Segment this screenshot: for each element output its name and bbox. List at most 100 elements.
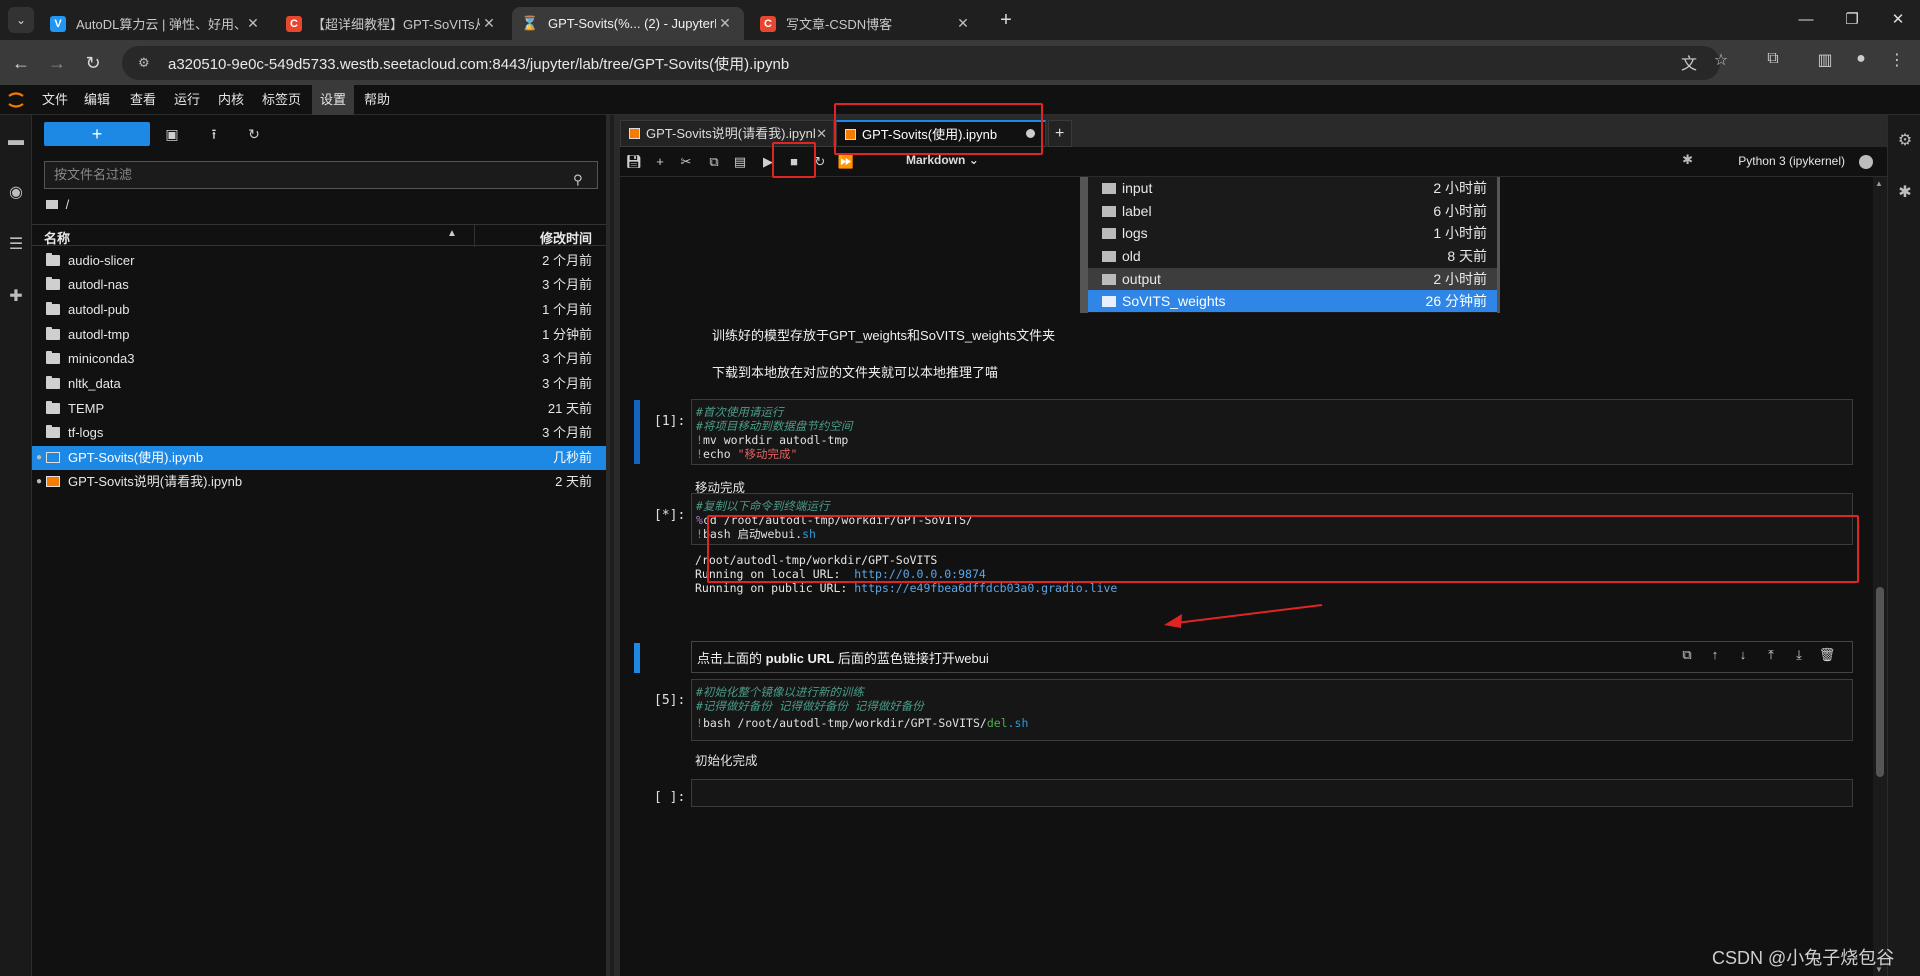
refresh-icon[interactable]: ↻: [244, 124, 264, 144]
duplicate-cell-icon[interactable]: ⧉: [1676, 647, 1698, 663]
file-row[interactable]: audio-slicer 2 个月前: [32, 249, 606, 273]
public-url-link[interactable]: https://e49fbea6dffdcb03a0.gradio.live: [854, 581, 1117, 595]
scrollbar-thumb[interactable]: [1876, 587, 1884, 777]
cut-icon[interactable]: ✂: [676, 152, 696, 172]
more-menu-icon[interactable]: ⋮: [1884, 50, 1910, 70]
table-of-contents-icon[interactable]: ☰: [6, 235, 26, 255]
cell-prompt: [5]:: [654, 693, 686, 708]
folder-icon: [46, 302, 60, 315]
move-up-icon[interactable]: ↑: [1704, 647, 1726, 662]
profile-icon[interactable]: ●: [1848, 50, 1874, 68]
file-filter-input[interactable]: 按文件名过滤 ⚲: [44, 161, 598, 189]
property-inspector-icon[interactable]: ⚙: [1895, 131, 1915, 151]
image-file-name: old: [1122, 248, 1141, 264]
folder-icon[interactable]: ▬: [6, 131, 26, 151]
markdown-line: 训练好的模型存放于GPT_weights和SoVITS_weights文件夹: [712, 328, 1056, 343]
add-cell-icon[interactable]: +: [650, 152, 670, 172]
file-row[interactable]: TEMP 21 天前: [32, 397, 606, 421]
debug-bug-icon[interactable]: ✱: [1682, 152, 1693, 168]
column-name-header[interactable]: 名称: [44, 228, 70, 247]
column-modified-header[interactable]: 修改时间: [540, 228, 592, 247]
debugger-icon[interactable]: ✱: [1895, 183, 1915, 203]
new-tab-button[interactable]: +: [986, 8, 1026, 32]
watermark: CSDN @小兔子烧包谷: [1712, 948, 1895, 968]
browser-tab-jupyter[interactable]: ⌛ GPT-Sovits(%... (2) - JupyterL ✕: [512, 7, 744, 40]
menu-run[interactable]: 运行: [166, 85, 208, 115]
restore-button[interactable]: ❐: [1832, 8, 1872, 32]
file-row[interactable]: nltk_data 3 个月前: [32, 372, 606, 396]
new-tab-button[interactable]: +: [1048, 120, 1072, 147]
close-icon[interactable]: ✕: [480, 15, 498, 32]
image-file-name: logs: [1122, 225, 1148, 241]
close-icon[interactable]: ✕: [816, 121, 827, 146]
browser-tab-csdn-tutorial[interactable]: C 【超详细教程】GPT-SoVITs从 ✕: [276, 7, 508, 40]
forward-arrow-icon[interactable]: →: [44, 50, 70, 76]
breadcrumb[interactable]: /: [46, 197, 69, 212]
file-row[interactable]: ● GPT-Sovits说明(请看我).ipynb 2 天前: [32, 470, 606, 494]
minimize-button[interactable]: —: [1786, 8, 1826, 32]
cell-selection-bar[interactable]: [634, 643, 640, 673]
file-row[interactable]: autodl-nas 3 个月前: [32, 273, 606, 297]
filter-placeholder: 按文件名过滤: [54, 167, 133, 182]
menu-view[interactable]: 查看: [122, 85, 164, 115]
file-row[interactable]: miniconda3 3 个月前: [32, 347, 606, 371]
sort-ascending-icon[interactable]: ▲: [447, 228, 457, 239]
restart-run-all-icon[interactable]: ⏩: [836, 152, 856, 172]
move-down-icon[interactable]: ↓: [1732, 647, 1754, 662]
file-row[interactable]: autodl-pub 1 个月前: [32, 298, 606, 322]
markdown-cell[interactable]: 点击上面的 public URL 后面的蓝色链接打开webui ⧉ ↑ ↓ ⤒ ⤓ 🗑︎: [691, 641, 1853, 673]
code-cell-input[interactable]: #初始化整个镜像以进行新的训练 #记得做好备份 记得做好备份 记得做好备份 !b…: [691, 679, 1853, 741]
jupyter-logo-icon: [8, 92, 24, 108]
menu-kernel[interactable]: 内核: [210, 85, 252, 115]
tab-search-icon[interactable]: ⌄: [8, 7, 34, 33]
folder-icon: [46, 253, 60, 266]
insert-below-icon[interactable]: ⤓: [1788, 647, 1810, 663]
running-sessions-icon[interactable]: ◉: [6, 183, 26, 203]
menu-tabs[interactable]: 标签页: [254, 85, 309, 115]
browser-tab-autodl[interactable]: V AutoDL算力云 | 弹性、好用、 ✕: [40, 7, 272, 40]
kernel-name[interactable]: Python 3 (ipykernel): [1738, 154, 1845, 168]
code-cell-input[interactable]: #首次使用请运行 #将项目移动到数据盘节约空间 !mv workdir auto…: [691, 399, 1853, 465]
file-name: GPT-Sovits说明(请看我).ipynb: [68, 474, 243, 489]
back-arrow-icon[interactable]: ←: [8, 50, 34, 76]
code-text: echo: [702, 447, 738, 461]
menu-edit[interactable]: 编辑: [76, 85, 118, 115]
breadcrumb-root[interactable]: /: [66, 197, 70, 212]
insert-above-icon[interactable]: ⤒: [1760, 647, 1782, 663]
file-row-selected[interactable]: ● GPT-Sovits(使用).ipynb 几秒前: [32, 446, 606, 470]
upload-icon[interactable]: ⭱: [204, 124, 224, 144]
reload-icon[interactable]: ↻: [80, 50, 106, 76]
file-row[interactable]: tf-logs 3 个月前: [32, 421, 606, 445]
sidepanel-icon[interactable]: ▥: [1812, 50, 1838, 70]
delete-cell-icon[interactable]: 🗑︎: [1816, 647, 1838, 663]
cell-prompt: [ ]:: [654, 790, 686, 805]
extensions-puzzle-icon[interactable]: ✚: [6, 287, 26, 307]
close-icon[interactable]: ✕: [244, 15, 262, 32]
browser-tab-csdn-write[interactable]: C 写文章-CSDN博客 ✕: [750, 7, 982, 40]
url-bar[interactable]: ⚙ a320510-9e0c-549d5733.westb.seetacloud…: [122, 46, 1720, 80]
scroll-up-icon[interactable]: ▲: [1875, 179, 1883, 188]
close-icon[interactable]: ✕: [954, 15, 972, 32]
cell-selection-bar[interactable]: [634, 400, 640, 464]
site-info-icon[interactable]: ⚙: [138, 55, 156, 71]
empty-code-cell[interactable]: [691, 779, 1853, 807]
annotation-arrow: [1164, 604, 1323, 628]
close-window-button[interactable]: ✕: [1878, 8, 1918, 32]
column-divider[interactable]: [474, 225, 475, 247]
menu-file[interactable]: 文件: [34, 85, 76, 115]
bookmark-star-icon[interactable]: ☆: [1708, 50, 1734, 70]
menu-settings[interactable]: 设置: [312, 85, 355, 115]
file-row[interactable]: autodl-tmp 1 分钟前: [32, 323, 606, 347]
copy-icon[interactable]: ⧉: [704, 152, 724, 172]
menu-help[interactable]: 帮助: [356, 85, 398, 115]
save-icon[interactable]: 💾︎: [624, 152, 644, 172]
cell-type-dropdown[interactable]: Markdown ⌄: [906, 153, 979, 167]
file-name: autodl-tmp: [68, 327, 130, 342]
extensions-icon[interactable]: ⧉: [1760, 50, 1786, 68]
paste-icon[interactable]: ▤: [730, 152, 750, 172]
close-icon[interactable]: ✕: [716, 15, 734, 32]
translate-icon[interactable]: 文: [1676, 50, 1702, 74]
new-folder-icon[interactable]: ▣: [162, 124, 182, 144]
notebook-scrollbar[interactable]: ▲ ▼: [1873, 177, 1887, 976]
new-launcher-button[interactable]: +: [44, 122, 150, 146]
